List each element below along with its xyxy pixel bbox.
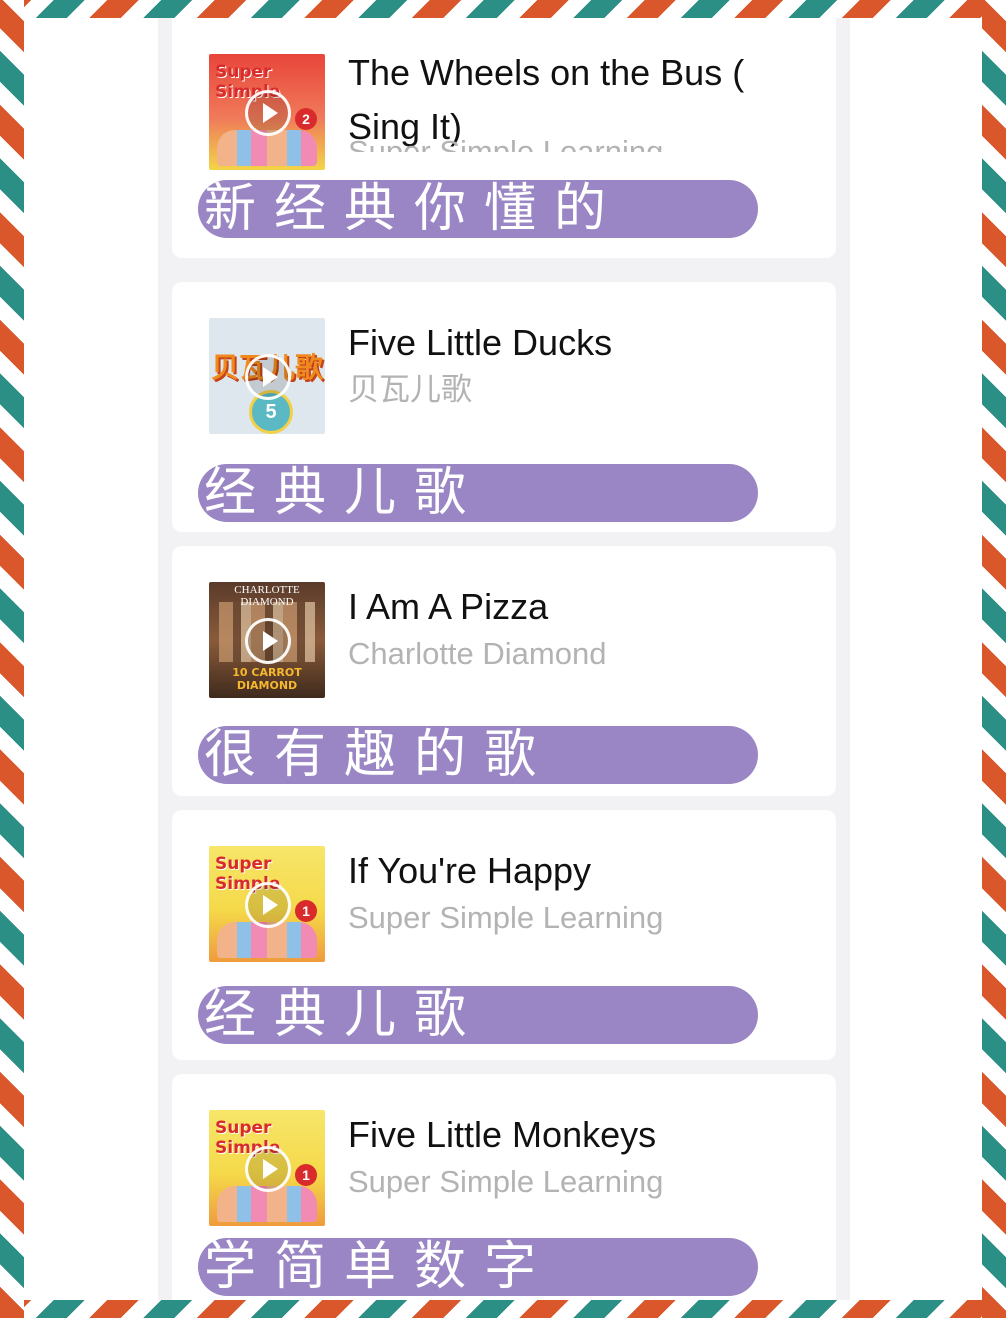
airmail-border-right [982,0,1006,1318]
album-cover[interactable]: Super Simple 1 [209,1110,325,1226]
song-card[interactable]: CHARLOTTE DIAMOND 10 CARROT DIAMOND I Am… [172,546,836,796]
cover-volume-badge: 1 [295,900,317,922]
handwritten-note: 经典儿歌 [198,986,758,1044]
cover-brand: CHARLOTTE DIAMOND [234,584,300,608]
play-icon[interactable] [245,882,291,928]
song-card[interactable]: 贝瓦儿歌 5 Five Little Ducks 贝瓦儿歌 经典儿歌 [172,282,836,532]
song-artist: Charlotte Diamond [348,636,607,671]
song-list: Super Simple 2 The Wheels on the Bus ( S… [158,18,850,1300]
handwritten-note: 经典儿歌 [198,464,758,522]
album-cover[interactable]: CHARLOTTE DIAMOND 10 CARROT DIAMOND [209,582,325,698]
song-artist: Super Simple Learning [348,1164,664,1199]
album-cover[interactable]: Super Simple 2 [209,54,325,170]
play-icon[interactable] [245,1146,291,1192]
song-artist: Super Simple Learning [348,900,664,935]
airmail-border-left [0,0,24,1318]
song-title[interactable]: If You're Happy [348,844,788,898]
airmail-border-bottom [0,1300,1006,1318]
song-title[interactable]: I Am A Pizza [348,580,788,634]
song-card[interactable]: Super Simple 1 If You're Happy Super Sim… [172,810,836,1060]
handwritten-note: 新经典你懂的 [198,180,758,238]
song-title[interactable]: Five Little Ducks [348,316,788,370]
cover-album-title: 10 CARROT DIAMOND [232,666,302,692]
song-title[interactable]: Five Little Monkeys [348,1108,788,1162]
album-cover[interactable]: Super Simple 1 [209,846,325,962]
album-cover[interactable]: 贝瓦儿歌 5 [209,318,325,434]
song-artist: Super Simple Learning [348,134,664,152]
cover-volume-badge: 2 [295,108,317,130]
handwritten-note: 很有趣的歌 [198,726,758,784]
song-card[interactable]: Super Simple 2 The Wheels on the Bus ( S… [172,18,836,258]
play-icon[interactable] [245,90,291,136]
cover-volume-badge: 1 [295,1164,317,1186]
song-artist: 贝瓦儿歌 [348,372,472,407]
song-card[interactable]: Super Simple 1 Five Little Monkeys Super… [172,1074,836,1300]
handwritten-note: 学简单数字 [198,1238,758,1296]
airmail-border-top [0,0,1006,18]
play-icon[interactable] [245,618,291,664]
play-icon[interactable] [245,354,291,400]
